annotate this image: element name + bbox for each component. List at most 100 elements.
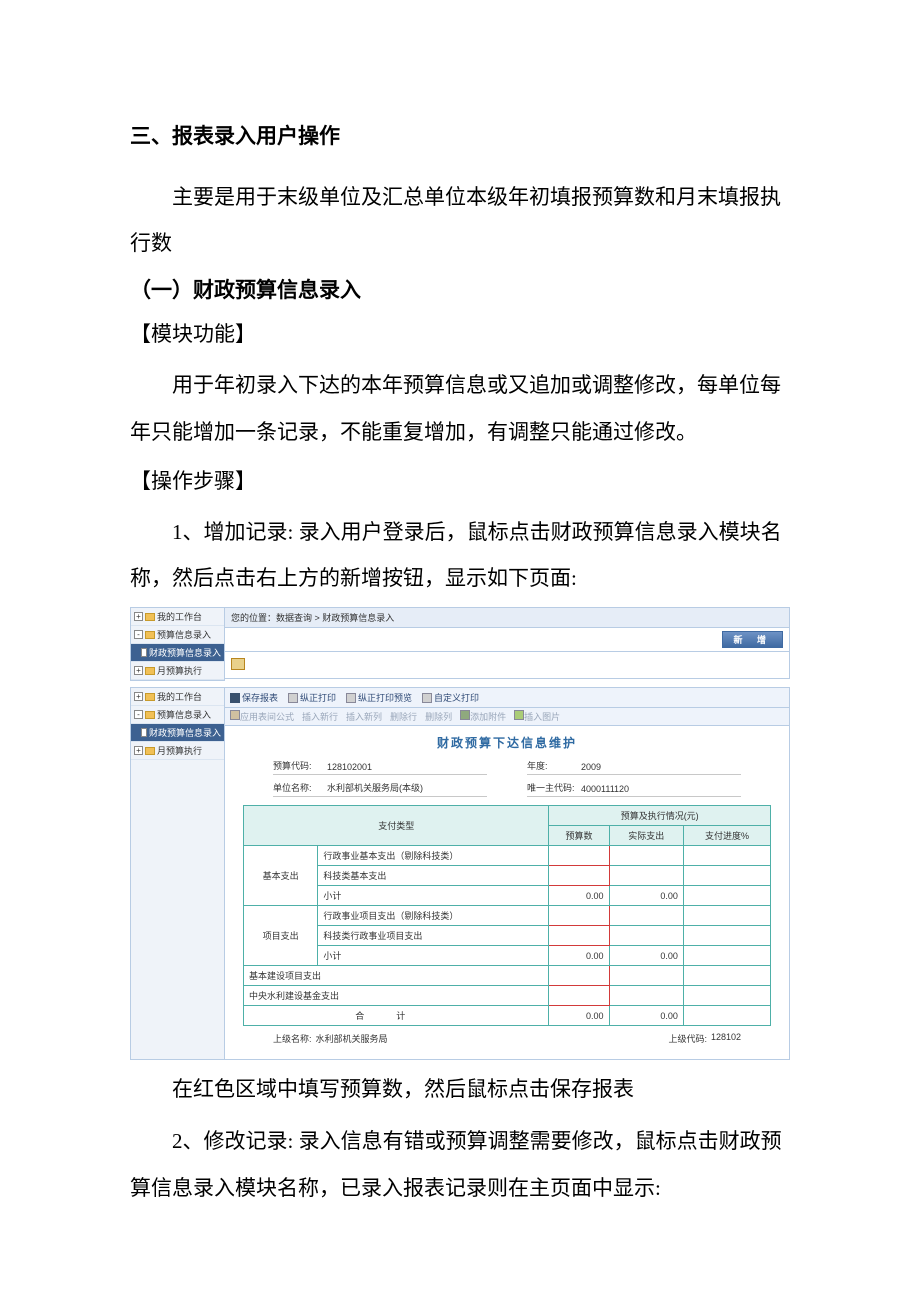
row-label: 小计	[318, 886, 549, 906]
folder-icon	[145, 693, 155, 701]
total-text: 合计	[355, 1011, 437, 1021]
toolbar-label: 插入新行	[302, 712, 338, 722]
field-value: 128102	[711, 1032, 741, 1045]
cell	[609, 866, 683, 886]
field-value: 4000111120	[581, 784, 629, 794]
toolbar-row2: 应用表间公式 插入新行 插入新列 删除行 删除列 添加附件 插入图片	[225, 708, 790, 726]
cell-budget: 0.00	[549, 886, 609, 906]
nav-fiscal-budget-entry[interactable]: 财政预算信息录入	[131, 644, 224, 662]
row-label: 科技类基本支出	[318, 866, 549, 886]
toolbar-label: 插入新列	[346, 712, 382, 722]
cell-total-budget: 0.00	[549, 1006, 609, 1026]
tb-formula[interactable]: 应用表间公式	[230, 710, 294, 723]
tb-attach[interactable]: 添加附件	[460, 710, 506, 723]
folder-icon	[145, 613, 155, 621]
nav-budget-entry[interactable]: - 预算信息录入	[131, 626, 224, 644]
document-icon	[141, 648, 147, 657]
print-button[interactable]: 纵正打印	[288, 691, 336, 704]
field-label: 预算代码:	[273, 759, 327, 772]
step-1-desc: 1、增加记录: 录入用户登录后，鼠标点击财政预算信息录入模块名称，然后点击右上方…	[130, 509, 790, 601]
cell-actual: 0.00	[609, 886, 683, 906]
print-preview-button[interactable]: 纵正打印预览	[346, 691, 412, 704]
cell	[683, 846, 770, 866]
field-label: 年度:	[527, 759, 581, 772]
tb-del-col[interactable]: 删除列	[425, 710, 452, 723]
custom-print-button[interactable]: 自定义打印	[422, 691, 479, 704]
cat-basic: 基本支出	[244, 846, 318, 906]
input-budget[interactable]	[549, 866, 609, 886]
preview-icon	[346, 693, 356, 703]
row-label: 中央水利建设基金支出	[244, 986, 549, 1006]
tb-del-row[interactable]: 删除行	[390, 710, 417, 723]
section-heading: 三、报表录入用户操作	[130, 120, 790, 150]
th-pct: 支付进度%	[683, 826, 770, 846]
input-budget[interactable]	[549, 966, 609, 986]
nav-label: 我的工作台	[157, 690, 202, 703]
input-budget[interactable]	[549, 906, 609, 926]
collapse-icon[interactable]: -	[134, 630, 143, 639]
nav-label: 预算信息录入	[157, 628, 211, 641]
toolbar-label: 删除行	[390, 712, 417, 722]
row-label: 行政事业项目支出（剔除科技类）	[318, 906, 549, 926]
cell-total-actual: 0.00	[609, 1006, 683, 1026]
input-budget[interactable]	[549, 926, 609, 946]
toolbar-label: 插入图片	[524, 712, 560, 722]
nav-my-workbench[interactable]: + 我的工作台	[131, 688, 224, 706]
screenshot-1: +我的工作台 -预算信息录入 财政预算信息录入 +月预算执行 您的位置：数据查询…	[130, 607, 790, 681]
new-button[interactable]: 新 增	[722, 631, 783, 648]
expand-icon[interactable]: +	[134, 666, 143, 675]
nav-label: 财政预算信息录入	[149, 646, 221, 659]
th-paytype: 支付类型	[244, 806, 549, 846]
nav-tree-2: + 我的工作台 -预算信息录入 财政预算信息录入 +月预算执行	[130, 687, 225, 1060]
step-2-desc: 2、修改记录: 录入信息有错或预算调整需要修改，鼠标点击财政预算信息录入模块名称…	[130, 1118, 790, 1210]
nav-monthly-exec[interactable]: + 月预算执行	[131, 662, 224, 680]
cell	[683, 1006, 770, 1026]
image-icon	[514, 710, 524, 720]
folder-icon	[145, 667, 155, 675]
toolbar-label: 保存报表	[242, 691, 278, 704]
toolbar-label: 纵正打印	[300, 691, 336, 704]
folder-icon	[145, 631, 155, 639]
field-value: 水利部机关服务局(本级)	[327, 781, 423, 794]
nav-label: 月预算执行	[157, 664, 202, 677]
nav-my-workbench[interactable]: + 我的工作台	[131, 608, 224, 626]
cat-project: 项目支出	[244, 906, 318, 966]
cell-actual: 0.00	[609, 946, 683, 966]
export-icon[interactable]	[231, 658, 245, 670]
tb-insert-row[interactable]: 插入新行	[302, 710, 338, 723]
cell	[609, 906, 683, 926]
document-icon	[141, 728, 147, 737]
field-value: 2009	[581, 762, 601, 772]
collapse-icon[interactable]: -	[134, 710, 143, 719]
expand-icon[interactable]: +	[134, 692, 143, 701]
toolbar-label: 应用表间公式	[240, 712, 294, 722]
cell	[683, 986, 770, 1006]
toolbar-label: 添加附件	[470, 712, 506, 722]
tb-insert-image[interactable]: 插入图片	[514, 710, 560, 723]
field-label: 唯一主代码:	[527, 781, 581, 794]
cell	[683, 926, 770, 946]
expand-icon[interactable]: +	[134, 612, 143, 621]
intro-paragraph: 主要是用于末级单位及汇总单位本级年初填报预算数和月末填报执行数	[130, 174, 790, 266]
subsection-heading: （一）财政预算信息录入	[130, 274, 790, 304]
input-budget[interactable]	[549, 846, 609, 866]
label-module-function: 【模块功能】	[130, 318, 790, 348]
toolbar-label: 纵正打印预览	[358, 691, 412, 704]
nav-label: 我的工作台	[157, 610, 202, 623]
input-budget[interactable]	[549, 986, 609, 1006]
save-report-button[interactable]: 保存报表	[230, 691, 278, 704]
field-value: 128102001	[327, 762, 372, 772]
nav-fiscal-budget-entry[interactable]: 财政预算信息录入	[131, 724, 224, 742]
cell	[609, 966, 683, 986]
tb-insert-col[interactable]: 插入新列	[346, 710, 382, 723]
expand-icon[interactable]: +	[134, 746, 143, 755]
toolbar: 保存报表 纵正打印 纵正打印预览 自定义打印	[225, 687, 790, 708]
nav-monthly-exec[interactable]: +月预算执行	[131, 742, 224, 760]
field-label: 上级代码:	[668, 1032, 707, 1045]
printer-icon	[422, 693, 432, 703]
row-label: 小计	[318, 946, 549, 966]
cell	[683, 966, 770, 986]
nav-budget-entry[interactable]: -预算信息录入	[131, 706, 224, 724]
sigma-icon	[230, 710, 240, 720]
cell	[683, 946, 770, 966]
